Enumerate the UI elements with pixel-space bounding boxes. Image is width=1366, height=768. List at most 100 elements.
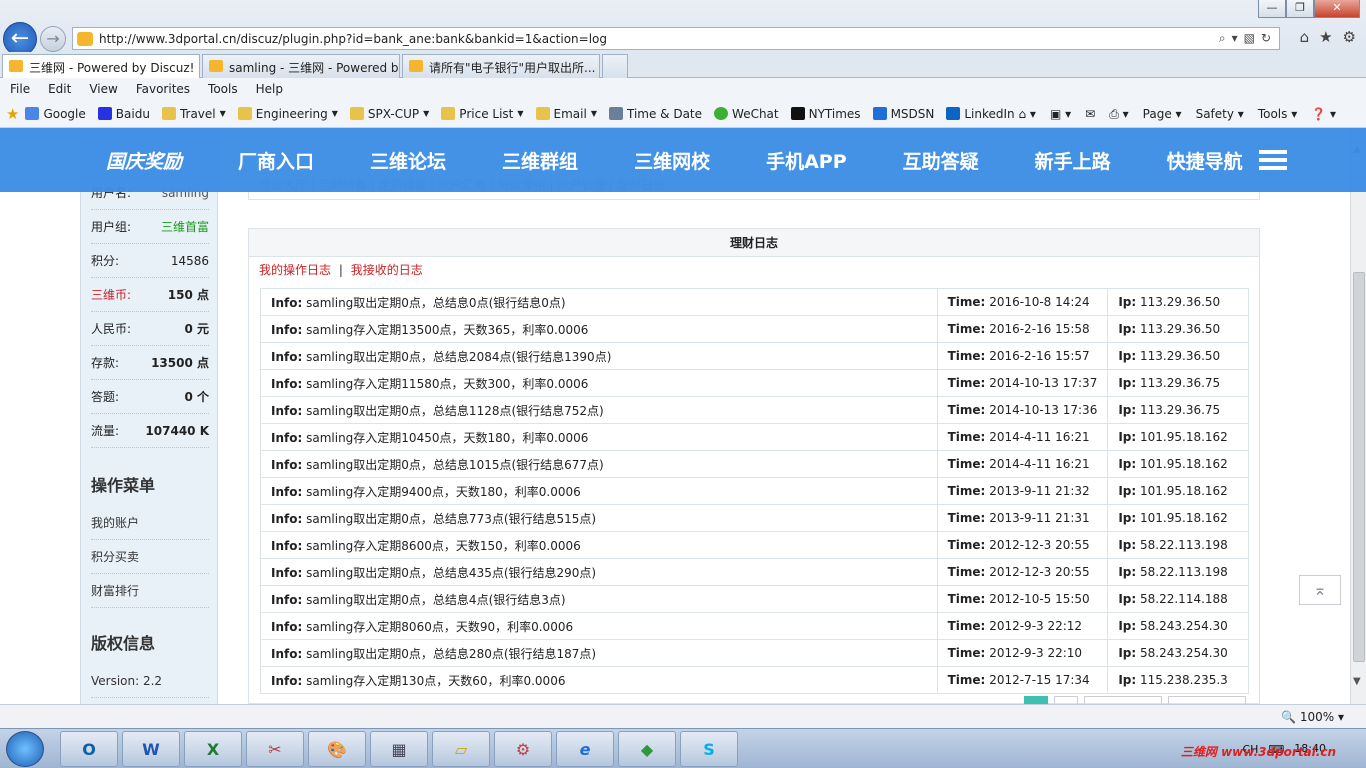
log-time: 2013-9-11 21:32: [989, 484, 1090, 498]
taskbar-word-icon[interactable]: W: [122, 731, 180, 767]
taskbar-skype-icon[interactable]: S: [680, 731, 738, 767]
log-time-cell: Time: 2012-12-3 20:55: [936, 531, 1109, 559]
fav-time-date[interactable]: Time & Date: [608, 106, 703, 121]
command-tools[interactable]: Tools ▾: [1258, 107, 1297, 121]
forward-button[interactable]: →: [40, 26, 66, 52]
log-info: samling取出定期0点，总结息0点(银行结息0点): [306, 295, 566, 310]
info-label: Info:: [271, 673, 303, 688]
tab-strip: 三维网 - Powered by Discuz! samling - 三维网 -…: [0, 52, 1366, 78]
refresh-icon[interactable]: ↻: [1261, 31, 1271, 46]
fav-folder-engineering[interactable]: Engineering ▼: [237, 107, 338, 121]
log-info-cell: Info: samling存入定期130点，天数60，利率0.0006: [260, 666, 938, 694]
nav-forum[interactable]: 三维论坛: [370, 147, 446, 174]
row-value: 107440 K: [145, 423, 209, 438]
fav-folder-spx-cup[interactable]: SPX-CUP ▼: [349, 107, 429, 121]
taskbar-ie-icon[interactable]: e: [556, 731, 614, 767]
zoom-control[interactable]: 🔍 100% ▾: [1281, 710, 1344, 724]
log-ip-cell: Ip: 101.95.18.162: [1107, 504, 1249, 532]
start-button[interactable]: [6, 731, 44, 767]
minimize-button[interactable]: —: [1258, 0, 1286, 18]
menu-tools[interactable]: Tools: [208, 82, 238, 96]
scroll-down-icon[interactable]: ▼: [1353, 676, 1361, 687]
new-tab-button[interactable]: [602, 54, 628, 78]
fav-folder-price-list[interactable]: Price List ▼: [441, 107, 524, 121]
taskbar-paint-icon[interactable]: 🎨: [308, 731, 366, 767]
fav-msdsn[interactable]: MSDSN: [872, 107, 934, 121]
page-next[interactable]: [1054, 696, 1078, 704]
page-jump-input[interactable]: [1084, 696, 1162, 704]
fav-linkedin[interactable]: LinkedIn: [946, 107, 1015, 121]
favorites-star-icon[interactable]: ★: [6, 105, 19, 123]
scrollbar-thumb[interactable]: [1353, 272, 1365, 662]
taskbar-calculator-icon[interactable]: ▦: [370, 731, 428, 767]
tab-bank-notice[interactable]: 请所有"电子银行"用户取出所...: [402, 54, 600, 78]
url-text[interactable]: http://www.3dportal.cn/discuz/plugin.php…: [99, 32, 1219, 46]
home-icon[interactable]: ⌂: [1300, 28, 1310, 46]
menu-view[interactable]: View: [89, 82, 117, 96]
row-value: 三维首富: [160, 220, 209, 234]
log-time: 2016-2-16 15:58: [989, 322, 1090, 336]
fav-label: NYTimes: [808, 106, 861, 121]
sidebar-item-wealth-rank[interactable]: 财富排行: [91, 574, 209, 608]
page-next-button[interactable]: [1168, 696, 1246, 704]
search-icon[interactable]: ⌕: [1219, 31, 1226, 46]
time-label: Time:: [947, 646, 986, 660]
nav-vendor-entry[interactable]: 厂商入口: [238, 147, 314, 174]
tab-received-logs[interactable]: 我接收的日志: [351, 263, 423, 277]
nav-national-day-reward[interactable]: 国庆奖励: [106, 147, 182, 174]
taskbar-snipping-icon[interactable]: ✂: [246, 731, 304, 767]
dropdown-icon[interactable]: ▾: [1232, 31, 1238, 46]
fav-label: Time & Date: [626, 106, 703, 121]
log-ip-cell: Ip: 113.29.36.50: [1107, 288, 1249, 316]
hamburger-menu-icon[interactable]: [1258, 150, 1287, 170]
maximize-button[interactable]: ❐: [1286, 0, 1314, 18]
linkedin-icon: [946, 107, 961, 120]
feeds-icon[interactable]: ▣ ▾: [1050, 107, 1071, 121]
address-bar[interactable]: http://www.3dportal.cn/discuz/plugin.php…: [72, 27, 1280, 50]
fav-baidu[interactable]: Baidu: [97, 107, 150, 121]
page-current[interactable]: [1024, 696, 1048, 704]
settings-gear-icon[interactable]: ⚙: [1343, 28, 1356, 46]
sidebar-item-points-trade[interactable]: 积分买卖: [91, 540, 209, 574]
log-info: samling存入定期8060点，天数90，利率0.0006: [306, 619, 574, 634]
menu-favorites[interactable]: Favorites: [136, 82, 190, 96]
favorites-star-icon[interactable]: ★: [1319, 28, 1332, 46]
taskbar-outlook-icon[interactable]: O: [60, 731, 118, 767]
mail-icon[interactable]: ✉: [1085, 107, 1095, 121]
print-icon[interactable]: ⎙ ▾: [1109, 107, 1128, 122]
command-page[interactable]: Page ▾: [1143, 107, 1182, 121]
taskbar-excel-icon[interactable]: X: [184, 731, 242, 767]
compat-icon[interactable]: ▧: [1244, 31, 1255, 46]
tab-discuz-home[interactable]: 三维网 - Powered by Discuz!: [2, 54, 200, 78]
nav-mobile-app[interactable]: 手机APP: [766, 147, 847, 174]
log-ip: 58.243.254.30: [1140, 646, 1228, 660]
fav-google[interactable]: Google: [25, 107, 86, 121]
sidebar-item-my-account[interactable]: 我的账户: [91, 506, 209, 540]
help-icon[interactable]: ❓ ▾: [1311, 107, 1336, 121]
info-label: Info:: [271, 565, 303, 580]
nav-beginners[interactable]: 新手上路: [1035, 147, 1111, 174]
nav-school[interactable]: 三维网校: [634, 147, 710, 174]
menu-help[interactable]: Help: [256, 82, 283, 96]
taskbar-app-icon[interactable]: ◆: [618, 731, 676, 767]
fav-folder-email[interactable]: Email ▼: [535, 107, 597, 121]
taskbar-sticky-notes-icon[interactable]: ▱: [432, 731, 490, 767]
menu-edit[interactable]: Edit: [48, 82, 71, 96]
nav-quick-nav[interactable]: 快捷导航: [1167, 147, 1243, 174]
home-icon[interactable]: ⌂ ▾: [1019, 107, 1036, 121]
menu-file[interactable]: File: [10, 82, 30, 96]
close-button[interactable]: ✕: [1314, 0, 1360, 18]
taskbar-network-icon[interactable]: ⚙: [494, 731, 552, 767]
fav-folder-travel[interactable]: Travel ▼: [161, 107, 226, 121]
fav-wechat[interactable]: WeChat: [714, 107, 779, 121]
nav-qa[interactable]: 互助答疑: [903, 147, 979, 174]
fav-nytimes[interactable]: NYTimes: [790, 106, 861, 121]
tab-samling[interactable]: samling - 三维网 - Powered by...: [202, 54, 400, 78]
nav-groups[interactable]: 三维群组: [502, 147, 578, 174]
back-to-top-button[interactable]: ⌅: [1299, 575, 1341, 605]
log-ip-cell: Ip: 113.29.36.75: [1107, 369, 1249, 397]
vertical-scrollbar[interactable]: ▲ ▼: [1350, 128, 1366, 704]
back-button[interactable]: ←: [3, 22, 37, 56]
tab-my-operations[interactable]: 我的操作日志: [259, 263, 331, 277]
command-safety[interactable]: Safety ▾: [1196, 107, 1244, 121]
